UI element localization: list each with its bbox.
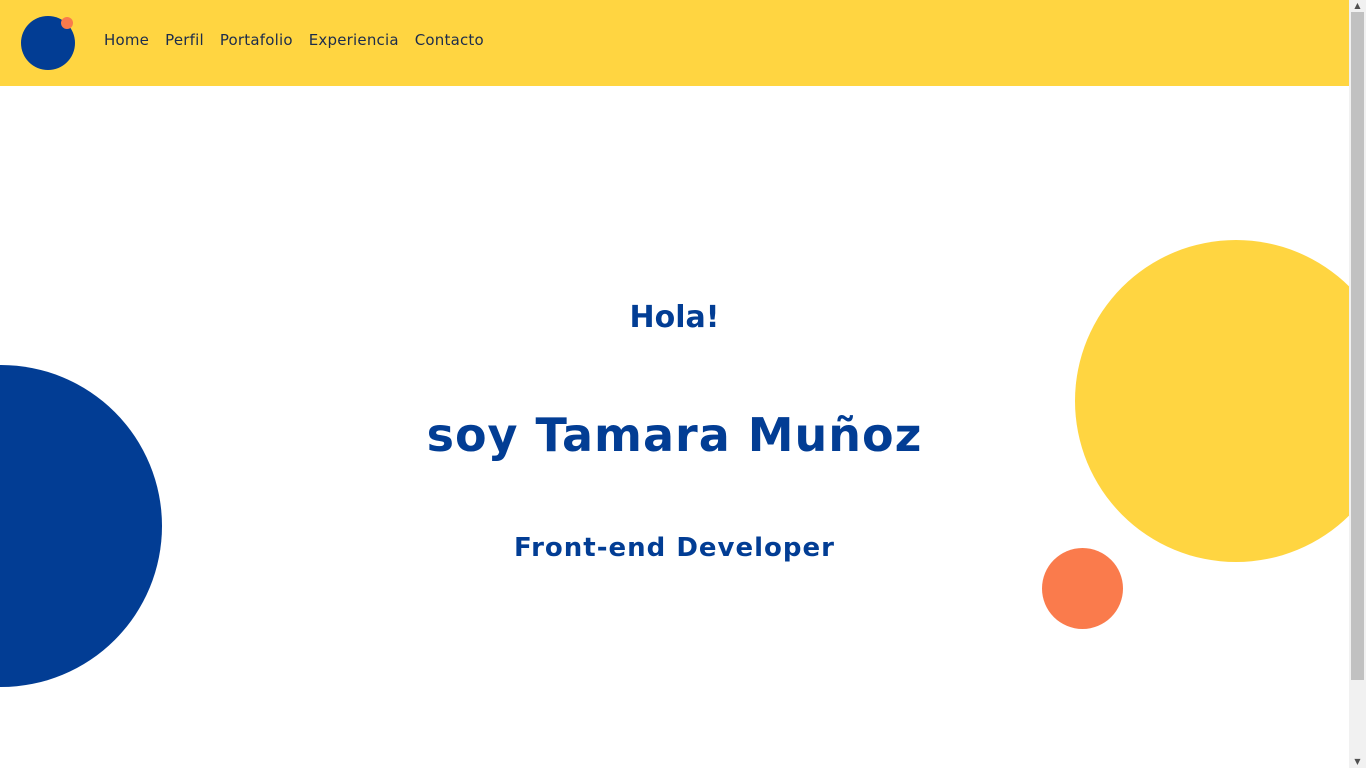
page: Home Perfil Portafolio Experiencia Conta… — [0, 0, 1366, 768]
nav-link-home[interactable]: Home — [104, 31, 149, 49]
hero-greeting: Hola! — [629, 300, 720, 335]
logo-dot — [61, 17, 73, 29]
nav-link-experiencia[interactable]: Experiencia — [309, 31, 399, 49]
hero-name: soy Tamara Muñoz — [426, 408, 923, 462]
nav-link-portafolio[interactable]: Portafolio — [220, 31, 293, 49]
scroll-up-icon[interactable]: ▲ — [1351, 0, 1364, 12]
nav-link-contacto[interactable]: Contacto — [415, 31, 484, 49]
scroll-down-icon[interactable]: ▼ — [1351, 756, 1364, 768]
hero-role: Front-end Developer — [514, 533, 835, 563]
decorative-circle-yellow — [1075, 240, 1366, 562]
scrollbar-thumb[interactable] — [1351, 12, 1364, 680]
navbar: Home Perfil Portafolio Experiencia Conta… — [0, 0, 1349, 86]
nav-link-perfil[interactable]: Perfil — [165, 31, 204, 49]
nav-links: Home Perfil Portafolio Experiencia Conta… — [104, 31, 484, 49]
